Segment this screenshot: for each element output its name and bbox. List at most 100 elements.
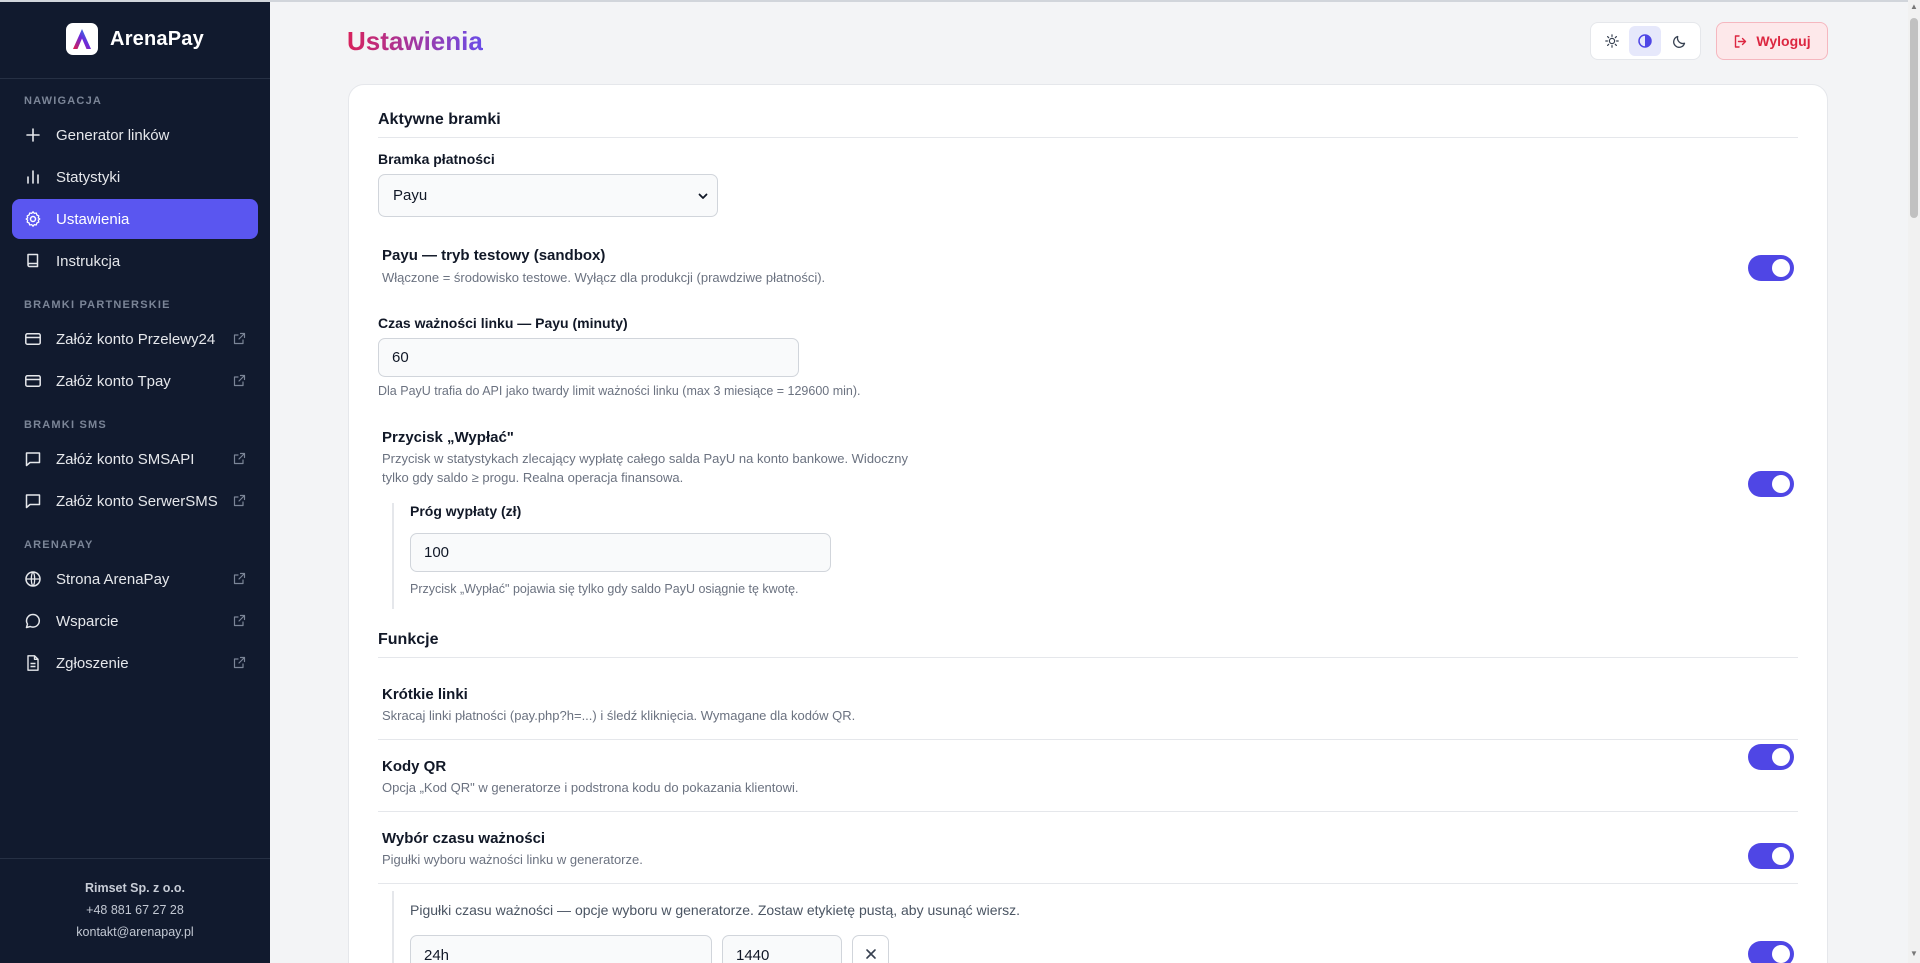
nav-section-navigation: NAWIGACJA xyxy=(24,95,103,107)
expiry-choice-title: Wybór czasu ważności xyxy=(382,830,546,847)
expiry-pills-group: Pigułki czasu ważności — opcje wyboru w … xyxy=(392,891,1798,963)
qr-codes-toggle[interactable] xyxy=(1748,843,1794,869)
sidebar-item-label: Załóż konto Przelewy24 xyxy=(56,330,216,348)
nav-section-arenapay: ARENAPAY xyxy=(24,539,94,551)
external-link-icon xyxy=(233,656,246,669)
message-icon xyxy=(25,494,41,509)
theme-dark-button[interactable] xyxy=(1663,26,1695,56)
main-content: Ustawienia Wyloguj Aktywne bramki Bramka… xyxy=(270,0,1908,963)
brand[interactable]: ArenaPay xyxy=(0,0,270,79)
nav-section-partners: BRAMKI PARTNERSKIE xyxy=(24,299,171,311)
short-links-toggle[interactable] xyxy=(1748,744,1794,770)
brand-name: ArenaPay xyxy=(110,27,204,50)
sidebar-item-label: Strona ArenaPay xyxy=(56,570,170,588)
moon-icon xyxy=(1672,35,1685,48)
page-title: Ustawienia xyxy=(347,26,483,56)
close-icon xyxy=(865,948,876,959)
sidebar-item-label: Załóż konto SerwerSMS xyxy=(56,492,218,510)
sandbox-title: Payu — tryb testowy (sandbox) xyxy=(382,247,606,264)
company-phone[interactable]: +48 881 67 27 28 xyxy=(0,899,270,921)
payout-threshold-label: Próg wypłaty (zł) xyxy=(410,503,522,519)
company-name: Rimset Sp. z o.o. xyxy=(84,881,185,895)
arenapay-logo-icon xyxy=(66,23,99,55)
sidebar-item-arenapay-site[interactable]: Strona ArenaPay xyxy=(12,559,258,599)
expiry-pills-help: Pigułki czasu ważności — opcje wyboru w … xyxy=(410,902,1021,918)
payout-threshold-help: Przycisk „Wypłać" pojawia się tylko gdy … xyxy=(410,582,799,596)
payout-threshold-input[interactable]: 100 xyxy=(410,533,831,572)
expiry-choice-description: Pigułki wyboru ważności linku w generato… xyxy=(382,852,643,867)
pill-minutes-value: 1440 xyxy=(736,946,770,963)
logout-button[interactable]: Wyloguj xyxy=(1716,22,1828,60)
settings-card: Aktywne bramki Bramka płatności Payu Pay… xyxy=(348,84,1828,963)
expiry-minutes-input[interactable]: 60 xyxy=(378,338,799,377)
sidebar-item-report[interactable]: Zgłoszenie xyxy=(12,643,258,683)
sidebar-item-generator[interactable]: Generator linków xyxy=(12,115,258,155)
pill-label-value: 24h xyxy=(424,946,450,963)
credit-card-icon xyxy=(25,333,41,345)
sidebar-item-serwersms[interactable]: Załóż konto SerwerSMS xyxy=(12,481,258,521)
payout-threshold-group: Próg wypłaty (zł) 100 Przycisk „Wypłać" … xyxy=(392,503,831,609)
message-icon xyxy=(25,452,41,467)
scroll-down-icon[interactable]: ▼ xyxy=(1910,950,1918,958)
external-link-icon xyxy=(233,374,246,387)
expiry-minutes-value: 60 xyxy=(392,349,409,366)
sidebar: ArenaPay NAWIGACJA Generator linków Stat… xyxy=(0,0,270,963)
short-links-description: Skracaj linki płatności (pay.php?h=...) … xyxy=(382,708,856,723)
theme-light-button[interactable] xyxy=(1596,26,1628,56)
gateway-select-value: Payu xyxy=(393,187,428,204)
nav-section-sms: BRAMKI SMS xyxy=(24,419,107,431)
external-link-icon xyxy=(233,614,246,627)
qr-codes-description: Opcja „Kod QR" w generatorze i podstrona… xyxy=(382,780,799,795)
sidebar-item-instructions[interactable]: Instrukcja xyxy=(12,241,258,281)
remove-pill-button[interactable] xyxy=(852,935,889,963)
sidebar-item-tpay[interactable]: Załóż konto Tpay xyxy=(12,361,258,401)
sidebar-item-przelewy24[interactable]: Załóż konto Przelewy24 xyxy=(12,319,258,359)
logout-label: Wyloguj xyxy=(1756,33,1811,49)
gateway-select[interactable]: Payu xyxy=(378,174,718,217)
bar-chart-icon xyxy=(27,170,39,184)
payout-toggle[interactable] xyxy=(1748,471,1794,497)
external-link-icon xyxy=(233,452,246,465)
sidebar-item-stats[interactable]: Statystyki xyxy=(12,157,258,197)
scroll-up-icon[interactable]: ▲ xyxy=(1910,3,1918,11)
theme-auto-button[interactable] xyxy=(1629,26,1662,56)
expiry-label: Czas ważności linku — Payu (minuty) xyxy=(378,315,628,331)
sidebar-item-label: Instrukcja xyxy=(56,252,121,270)
plus-icon xyxy=(26,128,40,142)
chevron-down-icon xyxy=(698,193,708,199)
payout-description-line2: tylko gdy saldo ≥ progu. Realna operacja… xyxy=(382,470,684,485)
sidebar-item-label: Statystyki xyxy=(56,168,121,186)
book-icon xyxy=(27,253,39,268)
chat-bubble-icon xyxy=(25,613,41,629)
section-title-features: Funkcje xyxy=(378,631,1798,658)
contrast-icon xyxy=(1638,34,1653,48)
sidebar-item-settings[interactable]: Ustawienia xyxy=(12,199,258,239)
sun-icon xyxy=(1605,34,1619,48)
payout-title: Przycisk „Wypłać" xyxy=(382,429,514,446)
payout-description-line1: Przycisk w statystykach zlecający wypłat… xyxy=(382,451,909,466)
sidebar-item-label: Zgłoszenie xyxy=(56,654,129,672)
sidebar-item-smsapi[interactable]: Załóż konto SMSAPI xyxy=(12,439,258,479)
external-link-icon xyxy=(233,332,246,345)
sidebar-item-label: Wsparcie xyxy=(56,612,119,630)
sidebar-item-label: Załóż konto SMSAPI xyxy=(56,450,195,468)
page-scrollbar[interactable]: ▲ ▼ xyxy=(1908,0,1920,963)
logout-icon xyxy=(1735,34,1747,48)
file-icon xyxy=(27,655,39,671)
short-links-title: Krótkie linki xyxy=(382,686,468,703)
sidebar-item-support[interactable]: Wsparcie xyxy=(12,601,258,641)
sandbox-toggle[interactable] xyxy=(1748,255,1794,281)
company-email[interactable]: kontakt@arenapay.pl xyxy=(0,921,270,943)
theme-switch xyxy=(1590,22,1701,60)
expiry-help: Dla PayU trafia do API jako twardy limit… xyxy=(378,384,861,398)
external-link-icon xyxy=(233,572,246,585)
pill-minutes-input[interactable]: 1440 xyxy=(722,935,842,963)
pill-label-input[interactable]: 24h xyxy=(410,935,712,963)
divider xyxy=(378,739,1798,740)
gateway-select-label: Bramka płatności xyxy=(378,151,495,167)
payout-threshold-value: 100 xyxy=(424,544,450,561)
scrollbar-thumb[interactable] xyxy=(1910,18,1918,218)
divider xyxy=(378,811,1798,812)
sidebar-item-label: Załóż konto Tpay xyxy=(56,372,171,390)
globe-icon xyxy=(25,571,41,587)
